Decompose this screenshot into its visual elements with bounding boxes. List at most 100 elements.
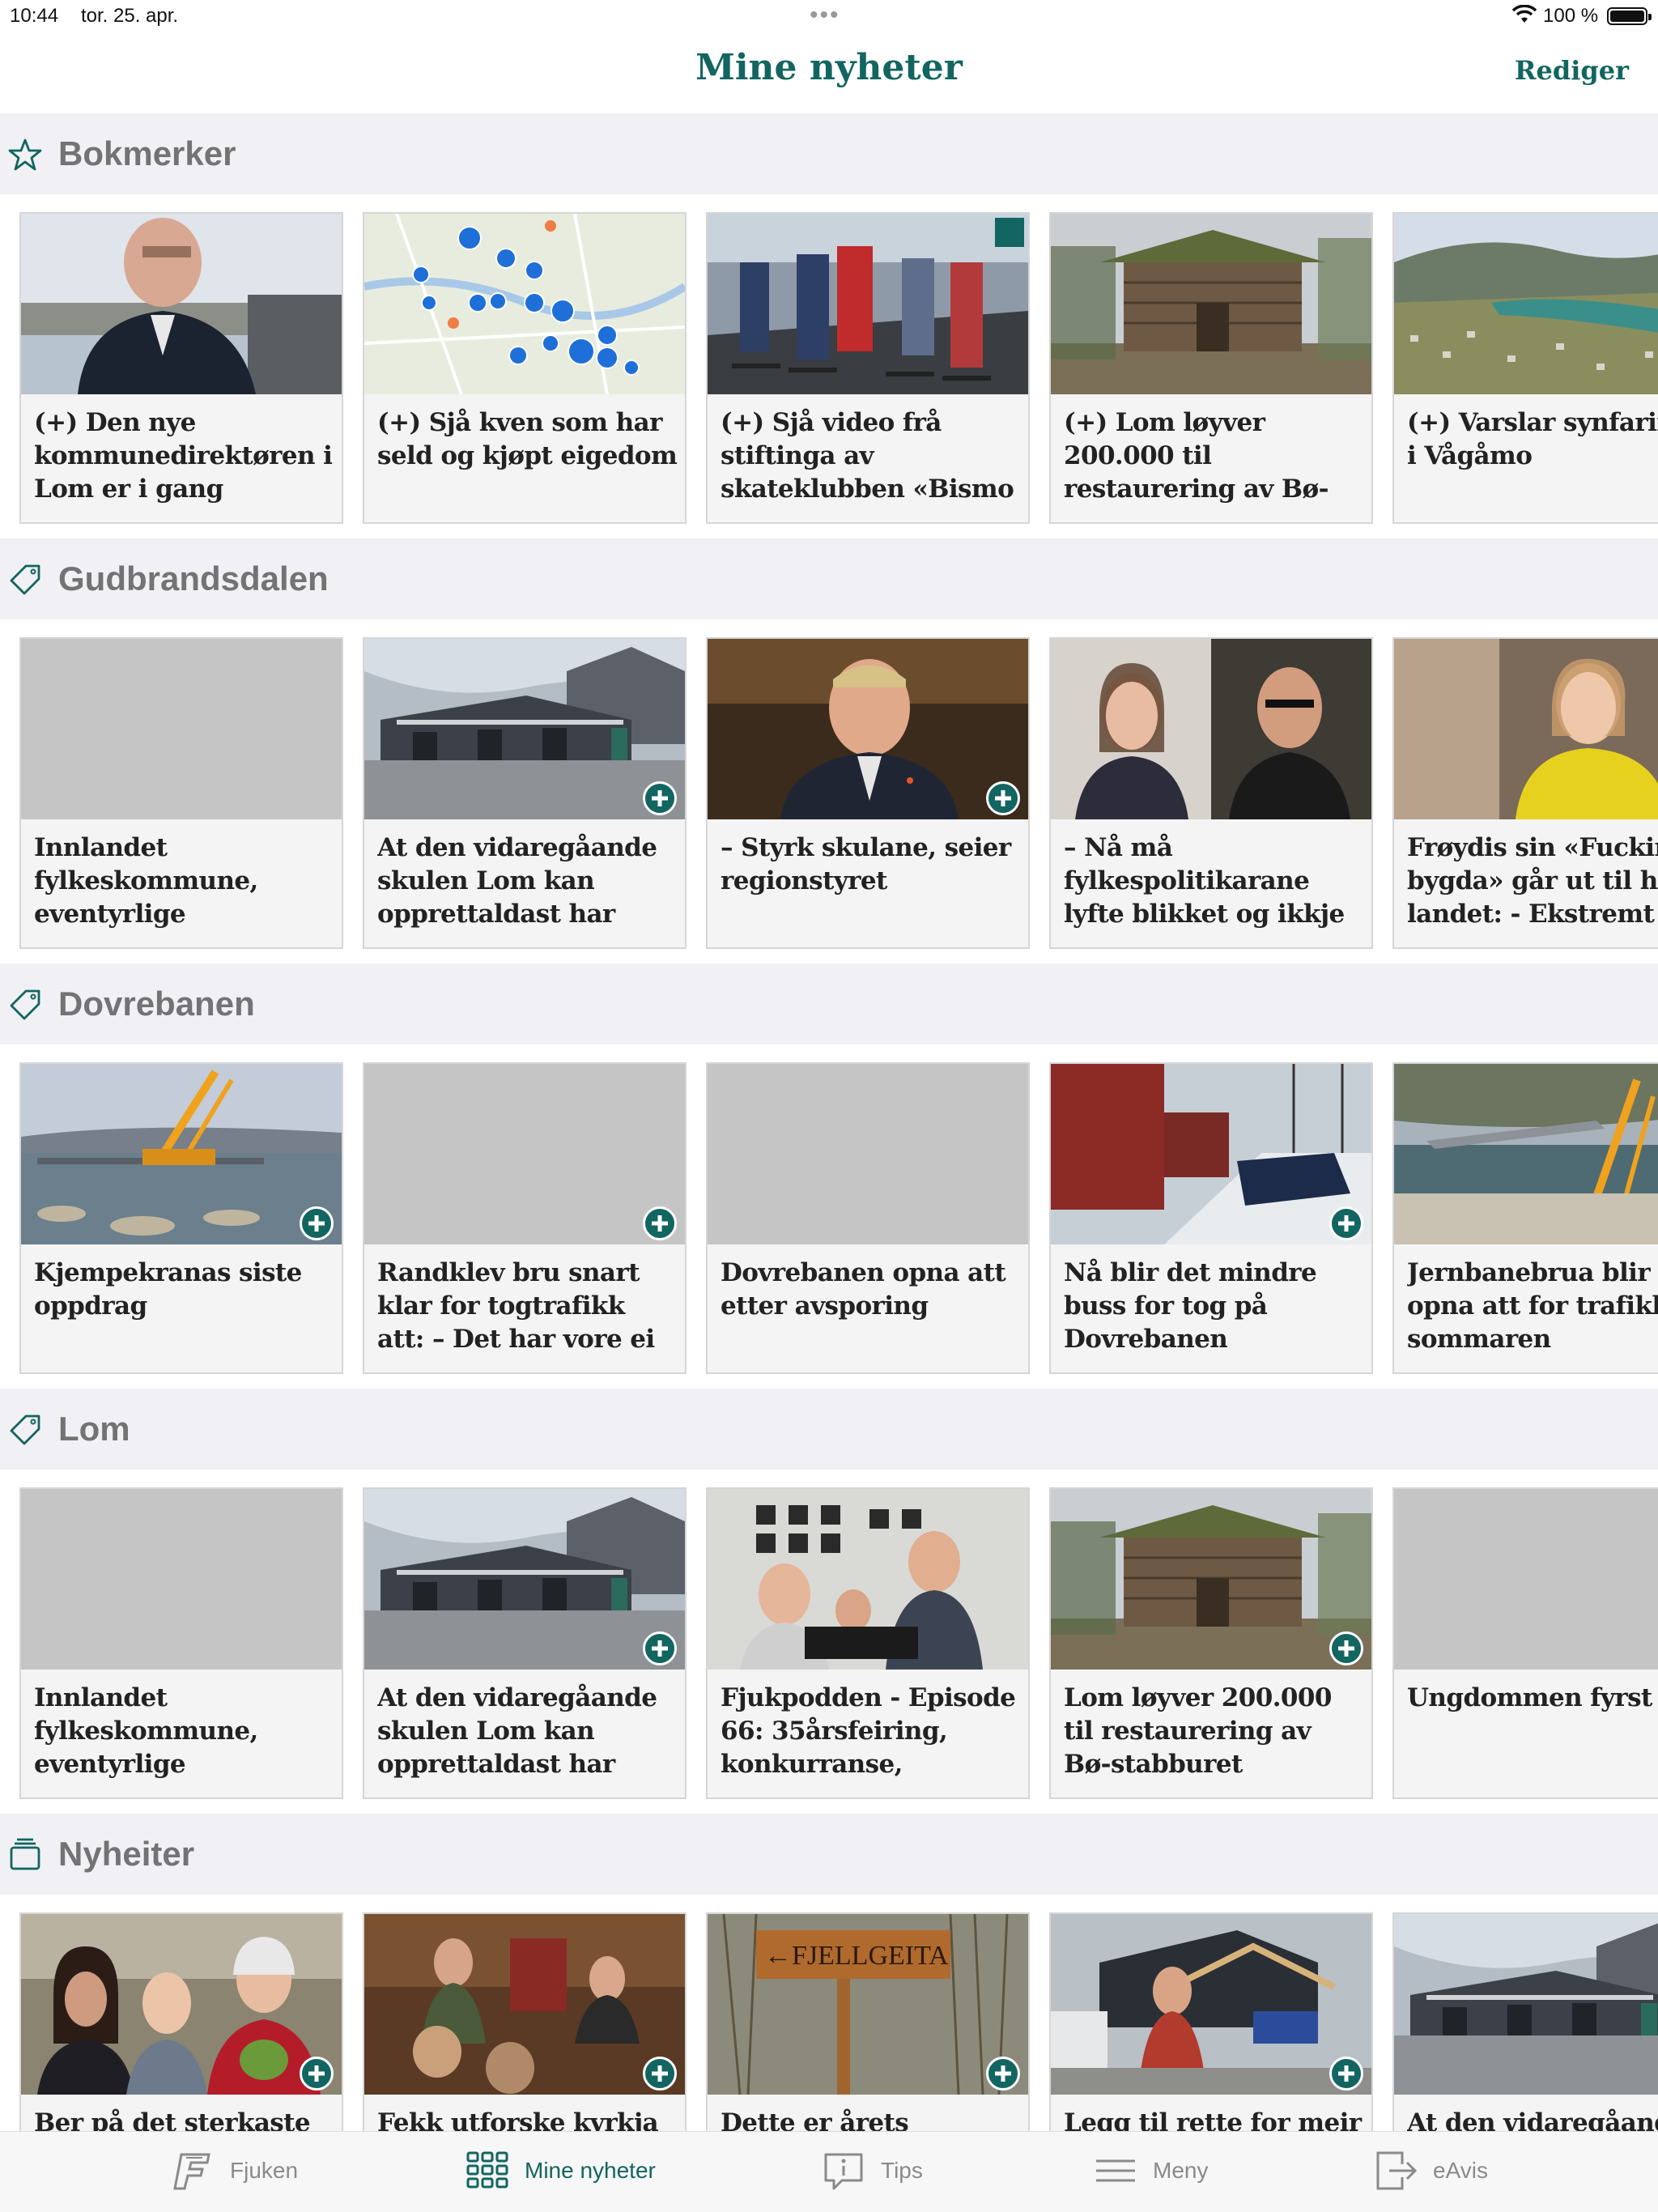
section-title: Lom — [58, 1410, 130, 1448]
tab-mine-nyheter[interactable]: Mine nyheter — [465, 2146, 656, 2195]
article-card[interactable]: Nå blir det mindre buss for tog på Dovre… — [1049, 1062, 1373, 1374]
tab-label: Tips — [881, 2158, 923, 2183]
article-image — [1051, 1064, 1371, 1244]
article-image — [1394, 639, 1658, 819]
card-carousel[interactable]: Kjempekranas siste oppdrag Randklev bru s… — [0, 1044, 1658, 1389]
fjuken-logo-icon — [173, 2153, 210, 2190]
article-title: – Nå må fylkespolitikarane lyfte blikket… — [1064, 833, 1345, 929]
article-card[interactable]: (+) Sjå kven som har seld og kjøpt eiged… — [363, 212, 687, 524]
card-carousel[interactable]: Innlandet fylkeskommune, eventyrlige At d… — [0, 1470, 1658, 1814]
article-card[interactable]: Lom løyver 200.000 til restaurering av B… — [1049, 1487, 1373, 1799]
article-image — [364, 639, 685, 819]
article-image — [708, 1064, 1028, 1244]
grid-icon — [466, 2151, 508, 2189]
article-title: (+) Lom løyver 200.000 til restaurering … — [1064, 408, 1329, 504]
article-card[interactable]: Innlandet fylkeskommune, eventyrlige — [19, 637, 343, 949]
eavis-icon — [1376, 2151, 1418, 2190]
article-title: Fjukpodden - Episode 66: 35årsfeiring, k… — [721, 1683, 1016, 1779]
tab-bar: Fjuken Mine nyheter Tips Meny eAvis — [0, 2131, 1658, 2212]
section-title: Bokmerker — [58, 134, 236, 172]
tab-label: Fjuken — [230, 2158, 299, 2183]
article-image — [21, 1064, 342, 1244]
section-header-3: Lom — [0, 1389, 1658, 1470]
article-card[interactable]: Fjukpodden - Episode 66: 35årsfeiring, k… — [706, 1487, 1030, 1799]
tab-fjuken[interactable]: Fjuken — [170, 2146, 298, 2195]
plus-icon[interactable] — [300, 2057, 334, 2091]
article-title: Kjempekranas siste oppdrag — [34, 1258, 302, 1321]
tag-icon — [10, 1414, 40, 1445]
card-carousel[interactable]: (+) Den nye kommunedirektøren i Lom er i… — [0, 194, 1658, 538]
tab-label: Mine nyheter — [525, 2158, 656, 2183]
status-date: tor. 25. apr. — [81, 5, 179, 27]
article-title: Lom løyver 200.000 til restaurering av B… — [1064, 1683, 1332, 1779]
article-card[interactable]: Kjempekranas siste oppdrag — [19, 1062, 343, 1374]
section-title: Dovrebanen — [58, 985, 255, 1023]
multitasking-dots-icon[interactable]: ••• — [810, 2, 840, 29]
section-header-0: Bokmerker — [0, 113, 1658, 194]
article-image — [21, 639, 342, 819]
tab-label: eAvis — [1433, 2158, 1488, 2183]
plus-icon[interactable] — [1329, 1206, 1363, 1240]
article-image: ←FJELLGEITA — [708, 1914, 1028, 2095]
article-title: Jernbanebrua blir opna att for trafikk i… — [1407, 1258, 1658, 1354]
section-header-2: Dovrebanen — [0, 963, 1658, 1044]
article-image — [708, 214, 1028, 394]
wifi-icon — [1512, 5, 1537, 23]
star-icon — [8, 138, 42, 171]
plus-icon[interactable] — [986, 2057, 1020, 2091]
article-title: At den vidaregåande skulen Lom kan oppre… — [377, 833, 657, 929]
article-card[interactable]: At den vidaregåande skulen Lom kan oppre… — [363, 1487, 687, 1799]
stack-icon — [10, 1838, 40, 1870]
article-image — [708, 639, 1028, 819]
article-card[interactable]: (+) Sjå video frå stiftinga av skateklub… — [706, 212, 1030, 524]
article-title: (+) Sjå video frå stiftinga av skateklub… — [721, 408, 1014, 504]
article-title: Nå blir det mindre buss for tog på Dovre… — [1064, 1258, 1317, 1354]
article-card[interactable]: At den vidaregåande skulen Lom kan oppre… — [363, 637, 687, 949]
article-card[interactable]: Jernbanebrua blir opna att for trafikk i… — [1392, 1062, 1658, 1374]
tab-eavis[interactable]: eAvis — [1373, 2146, 1488, 2195]
article-image — [364, 1914, 685, 2095]
tag-icon — [10, 564, 40, 595]
article-image — [21, 214, 342, 394]
battery-icon — [1607, 7, 1652, 25]
edit-button[interactable]: Rediger — [1515, 55, 1629, 86]
tab-meny[interactable]: Meny — [1093, 2146, 1208, 2195]
article-card[interactable]: – Styrk skulane, seier regionstyret — [706, 637, 1030, 949]
plus-icon[interactable] — [643, 1631, 677, 1665]
article-image — [1051, 1914, 1371, 2095]
article-card[interactable]: Randklev bru snart klar for togtrafikk a… — [363, 1062, 687, 1374]
article-card[interactable]: Frøydis sin «Fucking bygda» går ut til h… — [1392, 637, 1658, 949]
page-title: Mine nyheter — [695, 47, 963, 88]
tab-tips[interactable]: Tips — [821, 2146, 923, 2195]
article-card[interactable]: Innlandet fylkeskommune, eventyrlige — [19, 1487, 343, 1799]
card-carousel[interactable]: Innlandet fylkeskommune, eventyrlige At d… — [0, 619, 1658, 963]
article-card[interactable]: (+) Den nye kommunedirektøren i Lom er i… — [19, 212, 343, 524]
article-image — [1051, 639, 1371, 819]
article-image — [1394, 1914, 1658, 2095]
article-title: (+) Den nye kommunedirektøren i Lom er i… — [34, 408, 333, 504]
section-title: Gudbrandsdalen — [58, 559, 329, 598]
article-card[interactable]: – Nå må fylkespolitikarane lyfte blikket… — [1049, 637, 1373, 949]
article-image — [1394, 214, 1658, 394]
section-header-4: Nyheiter — [0, 1814, 1658, 1895]
plus-icon[interactable] — [643, 781, 677, 815]
section-title: Nyheiter — [58, 1835, 195, 1873]
article-card[interactable]: (+) Lom løyver 200.000 til restaurering … — [1049, 212, 1373, 524]
article-title: Randklev bru snart klar for togtrafikk a… — [377, 1258, 655, 1354]
plus-icon[interactable] — [1329, 2057, 1363, 2091]
tips-icon — [824, 2153, 863, 2190]
plus-icon[interactable] — [643, 1206, 677, 1240]
article-title: At den vidaregåande skulen Lom kan oppre… — [377, 1683, 657, 1779]
article-card[interactable]: (+) Varslar synfaring i Vågåmo — [1392, 212, 1658, 524]
article-card[interactable]: Dovrebanen opna att etter avsporing — [706, 1062, 1030, 1374]
article-card[interactable]: Ungdommen fyrst — [1392, 1487, 1658, 1799]
status-bar: 10:44 tor. 25. apr. ••• 100 % — [0, 0, 1658, 32]
plus-icon[interactable] — [1329, 1631, 1363, 1665]
tag-icon — [10, 989, 40, 1020]
article-image — [708, 1489, 1028, 1670]
plus-icon[interactable] — [300, 1206, 334, 1240]
plus-icon[interactable] — [643, 2057, 677, 2091]
navigation-bar: Mine nyheter Rediger — [0, 32, 1658, 113]
article-image — [21, 1489, 342, 1670]
plus-icon[interactable] — [986, 781, 1020, 815]
